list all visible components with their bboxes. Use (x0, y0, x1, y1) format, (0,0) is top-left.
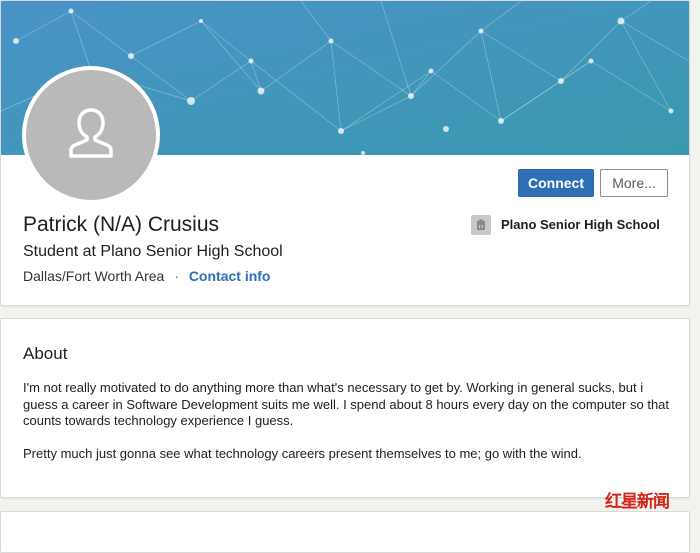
education-school-link[interactable]: Plano Senior High School (501, 217, 660, 232)
about-heading: About (23, 344, 68, 363)
profile-card: Connect More... Patrick (N/A) Crusius St… (0, 0, 690, 306)
school-building-icon[interactable] (471, 215, 491, 235)
about-paragraph-2: Pretty much just gonna see what technolo… (23, 446, 582, 461)
connect-button[interactable]: Connect (518, 169, 594, 197)
profile-avatar[interactable] (22, 66, 160, 204)
separator-dot: · (174, 268, 179, 284)
contact-info-link[interactable]: Contact info (189, 268, 271, 284)
profile-headline: Student at Plano Senior High School (23, 243, 283, 260)
location-row: Dallas/Fort Worth Area · Contact info (23, 268, 270, 284)
more-button[interactable]: More... (600, 169, 668, 197)
person-silhouette-icon (69, 108, 113, 158)
watermark-logo: 红星新闻 (605, 492, 670, 512)
profile-name: Patrick (N/A) Crusius (23, 213, 220, 236)
profile-location: Dallas/Fort Worth Area (23, 268, 165, 284)
school-building-glyph (476, 219, 486, 230)
about-paragraph-1: I'm not really motivated to do anything … (23, 380, 670, 428)
next-section-card (0, 511, 690, 553)
about-card: About I'm not really motivated to do any… (0, 318, 690, 498)
